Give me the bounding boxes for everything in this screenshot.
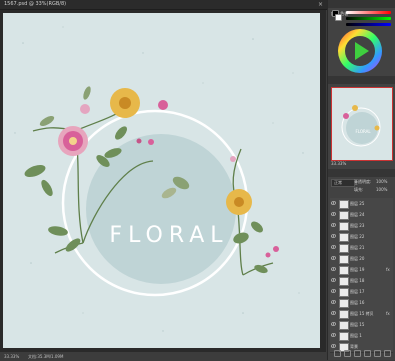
yellow-flower xyxy=(226,189,252,215)
layer-name: 图层 21 xyxy=(350,245,365,250)
eye-icon[interactable] xyxy=(331,289,336,293)
layer-thumbnail xyxy=(339,222,349,231)
layer-name: 图层 15 拷贝 xyxy=(350,311,374,316)
document-tab[interactable]: 1567.psd @ 33%(RGB/8) × xyxy=(0,0,328,10)
layer-name: 图层 20 xyxy=(350,256,365,261)
layer-name: 图层 25 xyxy=(350,201,365,206)
eye-icon[interactable] xyxy=(331,300,336,304)
pink-flower xyxy=(58,126,88,156)
navigator-thumbnail[interactable]: FLORAL xyxy=(331,87,393,161)
mask-icon[interactable] xyxy=(354,350,361,357)
artwork: FLORAL xyxy=(14,26,304,332)
artboard[interactable]: FLORAL xyxy=(3,13,320,348)
new-group-icon[interactable] xyxy=(364,350,371,357)
close-icon[interactable]: × xyxy=(318,0,323,9)
opacity-label: 不透明度: xyxy=(354,179,372,184)
document-title: 1567.psd @ 33%(RGB/8) xyxy=(4,1,67,7)
layer-name: 图层 17 xyxy=(350,289,365,294)
color-panel-tabs[interactable]: 颜色 色板 xyxy=(328,0,395,16)
pink-bud xyxy=(265,252,271,258)
fill-label: 填充: xyxy=(354,187,364,192)
eye-icon[interactable] xyxy=(331,267,336,271)
navigator-heading: FLORAL xyxy=(355,129,371,134)
pink-bud xyxy=(230,156,236,162)
canvas-area[interactable]: FLORAL xyxy=(0,10,326,351)
layer-thumbnail xyxy=(339,310,349,319)
layer-thumbnail xyxy=(339,233,349,242)
pink-bud xyxy=(273,246,279,252)
eye-icon[interactable] xyxy=(331,278,336,282)
layer-effects-badge[interactable]: fx xyxy=(386,267,390,272)
fill-value[interactable]: 100% xyxy=(376,187,387,193)
layer-thumbnail xyxy=(339,277,349,286)
layer-thumbnail xyxy=(339,255,349,264)
layer-thumbnail xyxy=(339,288,349,297)
eye-icon[interactable] xyxy=(331,223,336,227)
eye-icon[interactable] xyxy=(331,311,336,315)
eye-icon[interactable] xyxy=(331,256,336,260)
slider-g[interactable] xyxy=(346,17,391,20)
pink-bud xyxy=(148,139,154,145)
eye-icon[interactable] xyxy=(331,201,336,205)
layers-panel-tabs[interactable]: 图层 通道 路径 xyxy=(328,169,395,185)
layer-name: 图层 1 xyxy=(350,333,362,338)
layer-thumbnail xyxy=(339,244,349,253)
eye-icon[interactable] xyxy=(331,212,336,216)
layer-thumbnail xyxy=(339,321,349,330)
blend-mode-select[interactable]: 正常 xyxy=(331,179,355,187)
pink-bud xyxy=(80,104,90,114)
layer-name: 图层 24 xyxy=(350,212,365,217)
layer-thumbnail xyxy=(339,266,349,275)
pink-bud xyxy=(136,138,142,144)
link-layers-icon[interactable] xyxy=(334,350,341,357)
layer-effects-badge[interactable]: fx xyxy=(386,311,390,316)
eye-icon[interactable] xyxy=(331,333,336,337)
layer-name: 图层 22 xyxy=(350,234,365,239)
eye-icon[interactable] xyxy=(331,344,336,348)
right-panel: 颜色 色板 导航器 直方图 FLORAL xyxy=(327,0,395,360)
new-layer-icon[interactable] xyxy=(374,350,381,357)
trash-icon[interactable] xyxy=(384,350,391,357)
eye-icon[interactable] xyxy=(331,322,336,326)
slider-r[interactable] xyxy=(346,11,391,14)
eye-icon[interactable] xyxy=(331,245,336,249)
layer-thumbnail xyxy=(339,200,349,209)
layer-thumbnail xyxy=(339,211,349,220)
pink-bud xyxy=(158,100,168,110)
layer-thumbnail xyxy=(339,299,349,308)
layer-name: 图层 23 xyxy=(350,223,365,228)
layer-name: 图层 16 xyxy=(350,300,365,305)
fx-icon[interactable] xyxy=(344,350,351,357)
yellow-flower xyxy=(110,88,140,118)
layer-thumbnail xyxy=(339,332,349,341)
navigator-zoom[interactable]: 33.33% xyxy=(331,161,346,166)
layer-name: 图层 18 xyxy=(350,278,365,283)
navigator-panel-tabs[interactable]: 导航器 直方图 xyxy=(328,76,395,92)
layer-name: 图层 15 xyxy=(350,322,365,327)
slider-b[interactable] xyxy=(346,23,391,26)
background-swatch-icon[interactable] xyxy=(335,14,342,21)
floral-heading: FLORAL xyxy=(109,223,228,248)
layer-name: 图层 19 xyxy=(350,267,365,272)
color-wheel[interactable] xyxy=(336,27,384,75)
eye-icon[interactable] xyxy=(331,234,336,238)
opacity-value[interactable]: 100% xyxy=(376,179,387,185)
